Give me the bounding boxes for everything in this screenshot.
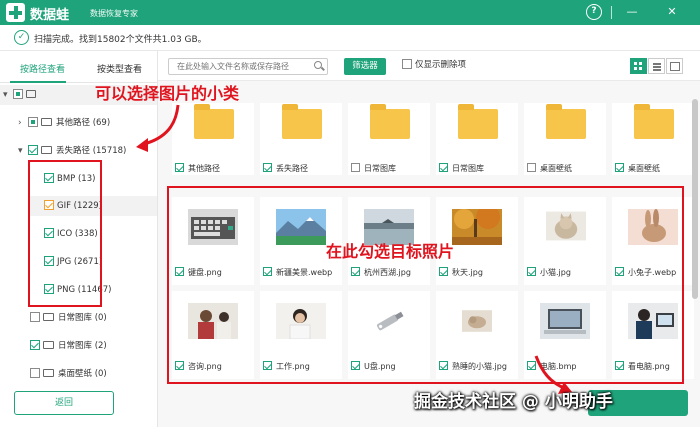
- tree-item-label: 丢失路径 (15718): [56, 146, 127, 156]
- tree-item-label: 日常图库 (0): [58, 313, 107, 323]
- tile-label: 桌面壁纸: [615, 163, 700, 175]
- minimize-button[interactable]: —: [624, 4, 640, 20]
- tile-checkbox[interactable]: [615, 163, 624, 172]
- tile-name: 日常图库: [364, 164, 396, 173]
- tile-checkbox[interactable]: [527, 163, 536, 172]
- tab-by-type[interactable]: 按类型查看: [97, 62, 142, 75]
- tile-name: 日常图库: [452, 164, 484, 173]
- check-circle-icon: ✓: [14, 30, 29, 45]
- chevron-down-icon[interactable]: ▾: [3, 85, 13, 105]
- folder-icon: [194, 104, 234, 139]
- back-button[interactable]: 返回: [14, 391, 114, 415]
- scan-status-text: 扫描完成。找到15802个文件共1.03 GB。: [34, 35, 207, 45]
- close-button[interactable]: ✕: [664, 4, 680, 20]
- tree-item-lost-paths[interactable]: ▾ 丢失路径 (15718): [18, 141, 126, 161]
- title-bar: 数据蛙 数据恢复专家 ? — ✕: [0, 0, 700, 25]
- tile-label: 日常图库: [439, 163, 525, 175]
- folder-icon: [634, 104, 674, 139]
- annotation-right-note: 在此勾选目标照片: [326, 242, 455, 261]
- folder-icon: [41, 145, 52, 154]
- tile-checkbox[interactable]: [351, 163, 360, 172]
- watermark-text: 掘金技术社区 @ 小明助手: [414, 392, 613, 412]
- annotation-box-left: [28, 160, 102, 307]
- tree-checkbox[interactable]: [30, 367, 40, 378]
- folder-icon: [43, 368, 54, 377]
- tree-checkbox[interactable]: [28, 144, 38, 155]
- active-tab-indicator: [10, 81, 66, 83]
- chevron-down-icon[interactable]: ▾: [18, 141, 28, 161]
- tree-checkbox[interactable]: [28, 116, 38, 127]
- tile-label: 日常图库: [351, 163, 437, 175]
- list-view-icon[interactable]: [648, 58, 665, 74]
- folder-icon: [458, 104, 498, 139]
- tile-label: 丢失路径: [263, 163, 349, 175]
- folder-icon: [282, 104, 322, 139]
- tree-item-daily-gallery-1[interactable]: 日常图库 (0): [30, 308, 107, 328]
- tile-checkbox[interactable]: [263, 163, 272, 172]
- app-name: 数据蛙: [30, 8, 70, 23]
- file-toolbar: 筛选器 仅显示删除项: [158, 51, 700, 81]
- tree-item-other-paths[interactable]: › 其他路径 (69): [18, 113, 110, 133]
- tile-name: 桌面壁纸: [540, 164, 572, 173]
- search-input[interactable]: [168, 58, 328, 75]
- tree-item-daily-gallery-2[interactable]: 日常图库 (2): [30, 336, 107, 356]
- tree-checkbox[interactable]: [30, 339, 40, 350]
- help-icon[interactable]: ?: [586, 4, 602, 20]
- tree-item-label: 其他路径 (69): [56, 118, 111, 128]
- detail-view-icon[interactable]: [666, 58, 683, 74]
- folder-icon: [43, 312, 54, 321]
- tile-name: 丢失路径: [276, 164, 308, 173]
- tile-label: 其他路径: [175, 163, 261, 175]
- tile-checkbox[interactable]: [175, 163, 184, 172]
- tile-name: 其他路径: [188, 164, 220, 173]
- only-deleted-checkbox[interactable]: [402, 58, 412, 69]
- app-subtitle: 数据恢复专家: [90, 9, 138, 18]
- tree-item-desktop-wallpaper[interactable]: 桌面壁纸 (0): [30, 364, 107, 384]
- app-logo-icon: [6, 3, 25, 22]
- folder-tile[interactable]: 日常图库: [436, 103, 518, 175]
- tree-item-label: 桌面壁纸 (0): [58, 369, 107, 379]
- chevron-right-icon[interactable]: ›: [18, 113, 28, 133]
- titlebar-divider: [611, 6, 612, 19]
- tree-checkbox[interactable]: [13, 88, 23, 99]
- scroll-thumb[interactable]: [692, 99, 698, 299]
- folder-icon: [41, 117, 52, 126]
- folder-icon: [546, 104, 586, 139]
- scan-status-bar: ✓ 扫描完成。找到15802个文件共1.03 GB。: [0, 25, 700, 51]
- filter-button[interactable]: 筛选器: [344, 58, 386, 75]
- folder-tile[interactable]: 日常图库: [348, 103, 430, 175]
- tree-item-label: 日常图库 (2): [58, 341, 107, 351]
- tree-checkbox[interactable]: [30, 311, 40, 322]
- folder-icon: [43, 340, 54, 349]
- only-deleted-label: 仅显示删除项: [415, 60, 467, 70]
- tab-by-path[interactable]: 按路径查看: [20, 62, 65, 75]
- annotation-box-right: [167, 186, 684, 384]
- only-deleted-toggle[interactable]: 仅显示删除项: [402, 58, 467, 71]
- drive-icon: [26, 89, 36, 98]
- tile-checkbox[interactable]: [439, 163, 448, 172]
- tile-name: 桌面壁纸: [628, 164, 660, 173]
- annotation-arrow-left: [136, 104, 180, 152]
- tile-label: 桌面壁纸: [527, 163, 613, 175]
- grid-view-icon[interactable]: [630, 58, 647, 74]
- view-tabs: 按路径查看 按类型查看: [0, 51, 157, 83]
- folder-icon: [370, 104, 410, 139]
- folder-tile[interactable]: 桌面壁纸: [524, 103, 606, 175]
- folder-tile[interactable]: 丢失路径: [260, 103, 342, 175]
- search-icon[interactable]: [314, 61, 322, 69]
- vertical-scrollbar[interactable]: [692, 87, 698, 387]
- folder-tile[interactable]: 桌面壁纸: [612, 103, 694, 175]
